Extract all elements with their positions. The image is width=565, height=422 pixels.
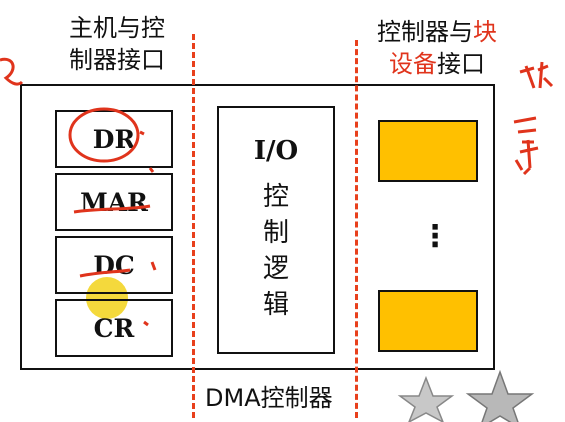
mar-underline-annotation — [73, 204, 151, 214]
dc-tick-annotation — [150, 261, 157, 271]
dc-underline-annotation — [79, 268, 131, 278]
cr-tick-annotation — [143, 320, 149, 327]
handwriting-overlay — [0, 57, 554, 422]
right-margin-scribble-2 — [513, 116, 539, 176]
dr-circle-annotation — [68, 107, 140, 163]
mar-mark-annotation — [148, 167, 155, 173]
right-margin-scribble-1 — [519, 61, 554, 89]
left-edge-scribble — [0, 57, 24, 86]
decorative-star-1 — [397, 375, 455, 422]
decorative-star-2 — [465, 369, 535, 422]
dr-tick-annotation — [139, 130, 145, 136]
